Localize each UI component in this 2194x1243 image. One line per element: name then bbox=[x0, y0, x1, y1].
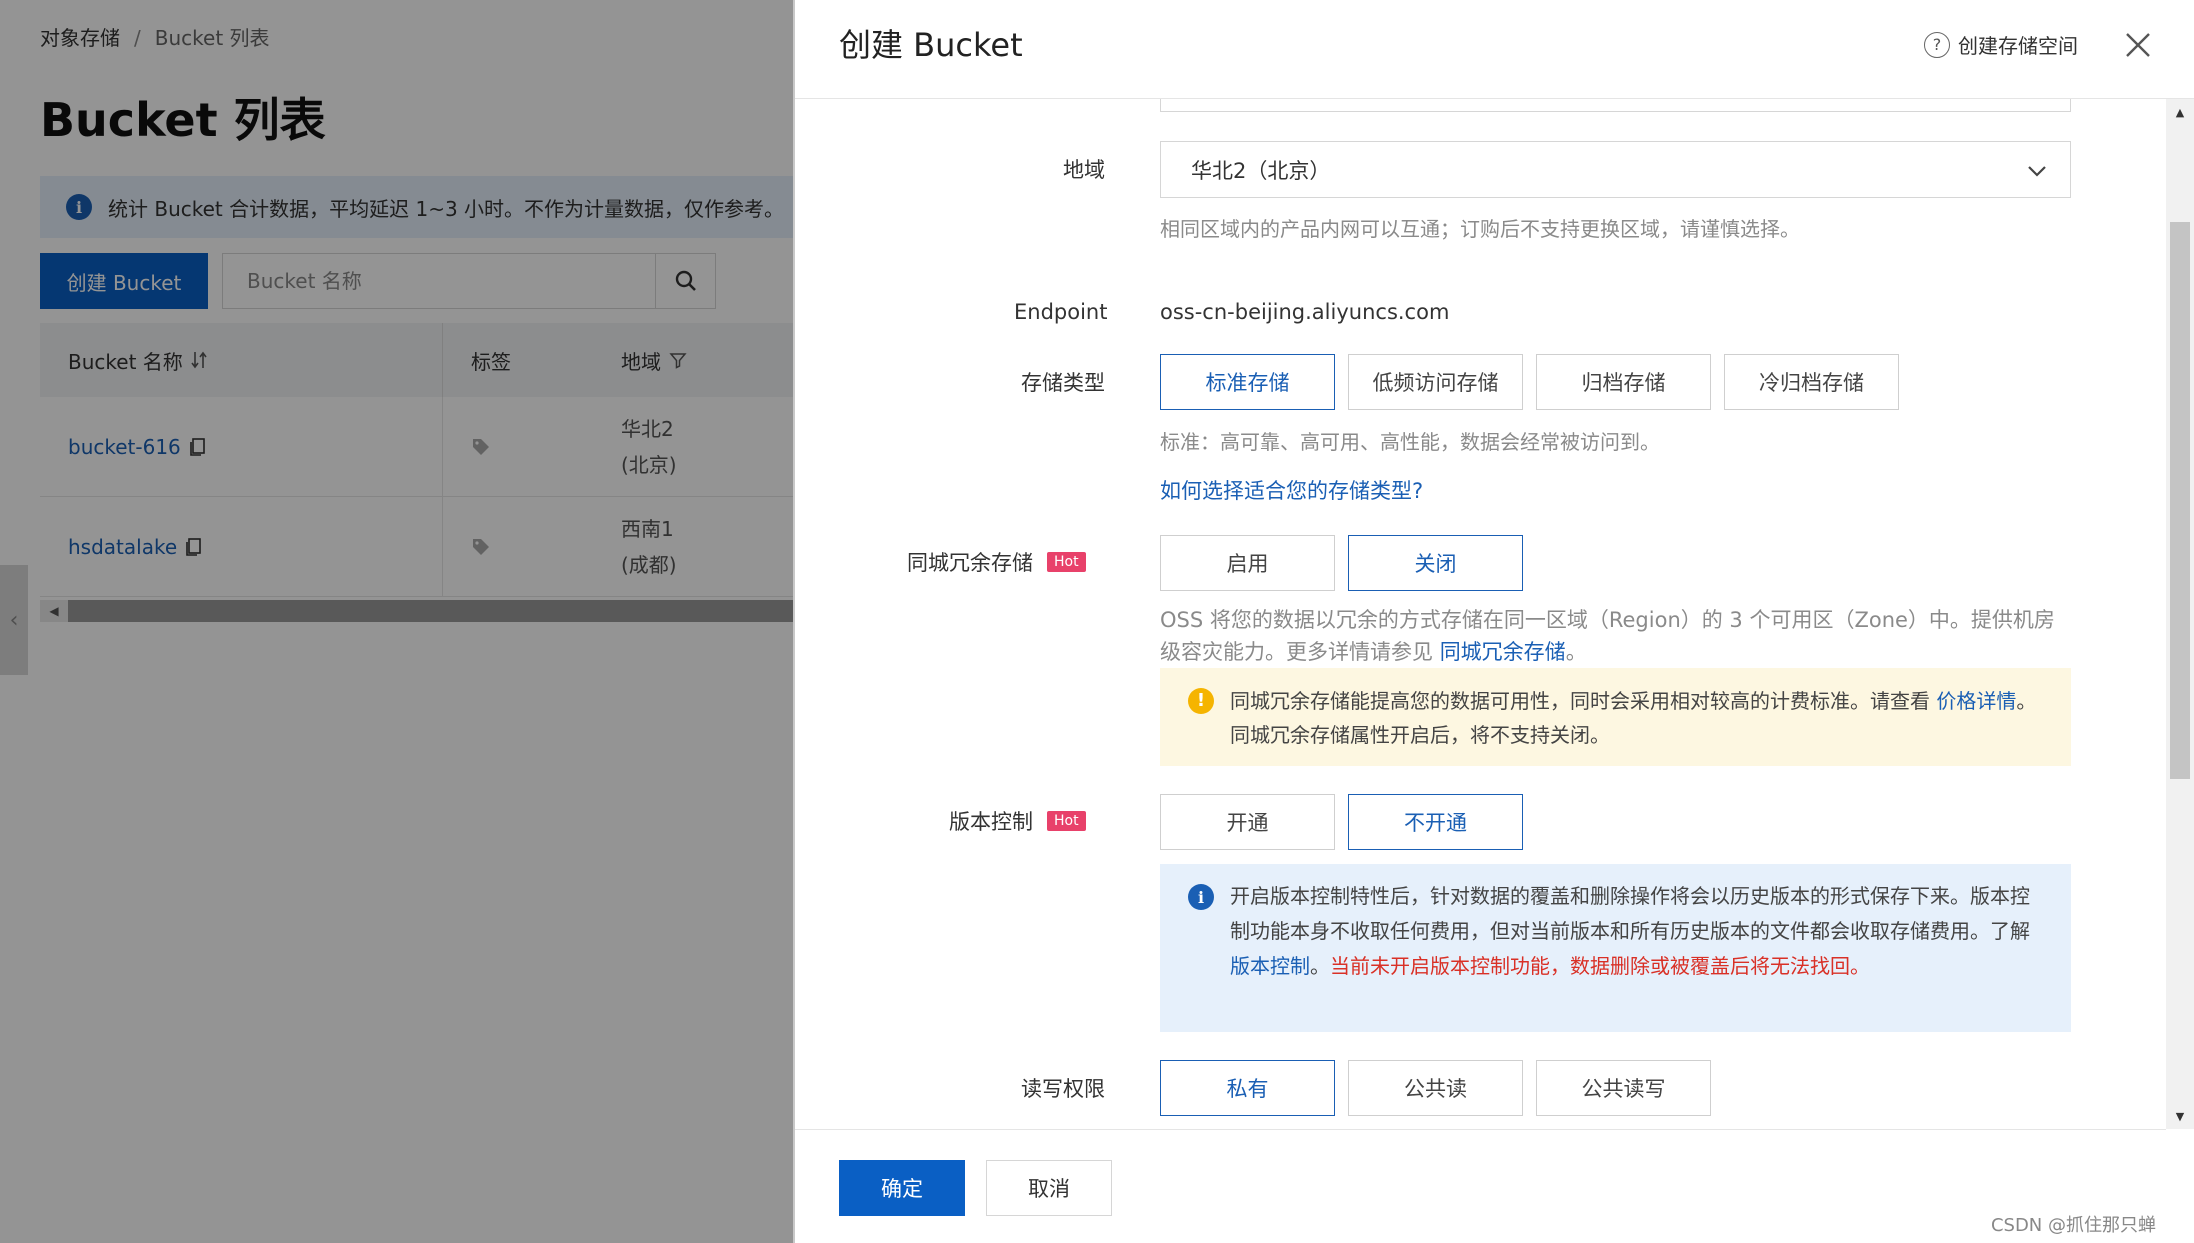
endpoint-value: oss-cn-beijing.aliyuncs.com bbox=[1160, 300, 1450, 324]
acl-public-read[interactable]: 公共读 bbox=[1348, 1060, 1523, 1116]
endpoint-label: Endpoint bbox=[1014, 300, 1108, 324]
close-icon[interactable] bbox=[2121, 28, 2155, 62]
versioning-label-text: 版本控制 bbox=[949, 810, 1033, 834]
storage-class-cold-archive[interactable]: 冷归档存储 bbox=[1724, 354, 1899, 410]
storage-class-help: 标准：高可靠、高可用、高性能，数据会经常被访问到。 bbox=[1160, 430, 1660, 454]
region-label: 地域 bbox=[1063, 158, 1105, 182]
acl-private[interactable]: 私有 bbox=[1160, 1060, 1335, 1116]
versioning-risk-warning: 当前未开启版本控制功能，数据删除或被覆盖后将无法找回。 bbox=[1330, 954, 1870, 978]
storage-class-standard[interactable]: 标准存储 bbox=[1160, 354, 1335, 410]
help-link[interactable]: ? 创建存储空间 bbox=[1924, 30, 2078, 59]
versioning-enable[interactable]: 开通 bbox=[1160, 794, 1335, 850]
warning-icon: ! bbox=[1188, 688, 1214, 714]
scrollbar-thumb[interactable] bbox=[2170, 222, 2190, 779]
hot-badge: Hot bbox=[1047, 811, 1086, 831]
storage-class-ia[interactable]: 低频访问存储 bbox=[1348, 354, 1523, 410]
drawer-title: 创建 Bucket bbox=[839, 26, 1023, 64]
bucket-name-input[interactable] bbox=[1160, 99, 2071, 112]
hot-badge: Hot bbox=[1047, 552, 1086, 572]
region-select[interactable]: 华北2（北京） bbox=[1160, 141, 2071, 198]
redundancy-note-text: OSS 将您的数据以冗余的方式存储在同一区域（Region）的 3 个可用区（Z… bbox=[1160, 608, 2055, 664]
storage-class-guide-link[interactable]: 如何选择适合您的存储类型? bbox=[1160, 475, 1423, 505]
scroll-down-icon[interactable]: ▼ bbox=[2166, 1103, 2194, 1129]
redundancy-disable[interactable]: 关闭 bbox=[1348, 535, 1523, 591]
drawer-footer: 确定 取消 CSDN @抓住那只蝉 bbox=[795, 1129, 2166, 1243]
storage-class-archive[interactable]: 归档存储 bbox=[1536, 354, 1711, 410]
chevron-down-icon bbox=[2028, 166, 2046, 177]
redundancy-label: 同城冗余存储 Hot bbox=[907, 547, 1086, 577]
confirm-button[interactable]: 确定 bbox=[839, 1160, 965, 1216]
redundancy-doc-link[interactable]: 同城冗余存储 bbox=[1440, 640, 1566, 664]
redundancy-label-text: 同城冗余存储 bbox=[907, 551, 1033, 575]
modal-overlay[interactable] bbox=[0, 0, 793, 1243]
scroll-up-icon[interactable]: ▲ bbox=[2166, 99, 2194, 125]
region-help: 相同区域内的产品内网可以互通；订购后不支持更换区域，请谨慎选择。 bbox=[1160, 217, 1800, 241]
acl-public-read-write[interactable]: 公共读写 bbox=[1536, 1060, 1711, 1116]
acl-label: 读写权限 bbox=[1021, 1077, 1105, 1101]
drawer-header: 创建 Bucket ? 创建存储空间 bbox=[795, 0, 2194, 99]
versioning-disable[interactable]: 不开通 bbox=[1348, 794, 1523, 850]
versioning-info-text: 开启版本控制特性后，针对数据的覆盖和删除操作将会以历史版本的形式保存下来。版本控… bbox=[1230, 884, 2030, 943]
info-icon: i bbox=[1188, 884, 1214, 910]
versioning-doc-link[interactable]: 版本控制 bbox=[1230, 954, 1310, 978]
create-bucket-drawer: 创建 Bucket ? 创建存储空间 地域 华北2（北京） 相同区域内的产品内网… bbox=[793, 0, 2194, 1243]
versioning-label: 版本控制 Hot bbox=[949, 806, 1086, 836]
redundancy-warning: ! 同城冗余存储能提高您的数据可用性，同时会采用相对较高的计费标准。请查看 价格… bbox=[1160, 668, 2071, 766]
redundancy-warning-text: 同城冗余存储能提高您的数据可用性，同时会采用相对较高的计费标准。请查看 bbox=[1230, 689, 1937, 713]
storage-class-label: 存储类型 bbox=[1021, 371, 1105, 395]
redundancy-note: OSS 将您的数据以冗余的方式存储在同一区域（Region）的 3 个可用区（Z… bbox=[1160, 604, 2071, 668]
help-link-label: 创建存储空间 bbox=[1958, 34, 2078, 58]
versioning-info-mid: 。 bbox=[1310, 954, 1330, 978]
region-select-value: 华北2（北京） bbox=[1191, 158, 1331, 183]
pricing-link[interactable]: 价格详情 bbox=[1936, 689, 2016, 713]
watermark: CSDN @抓住那只蝉 bbox=[1990, 1215, 2156, 1236]
drawer-vertical-scrollbar[interactable]: ▲ ▼ bbox=[2166, 99, 2194, 1129]
cancel-button[interactable]: 取消 bbox=[986, 1160, 1112, 1216]
versioning-info: i 开启版本控制特性后，针对数据的覆盖和删除操作将会以历史版本的形式保存下来。版… bbox=[1160, 864, 2071, 1032]
redundancy-enable[interactable]: 启用 bbox=[1160, 535, 1335, 591]
question-icon: ? bbox=[1924, 31, 1950, 58]
bucket-list-page: 对象存储 / Bucket 列表 Bucket 列表 i 统计 Bucket 合计数… bbox=[0, 0, 793, 1243]
redundancy-note-end: 。 bbox=[1565, 640, 1587, 664]
